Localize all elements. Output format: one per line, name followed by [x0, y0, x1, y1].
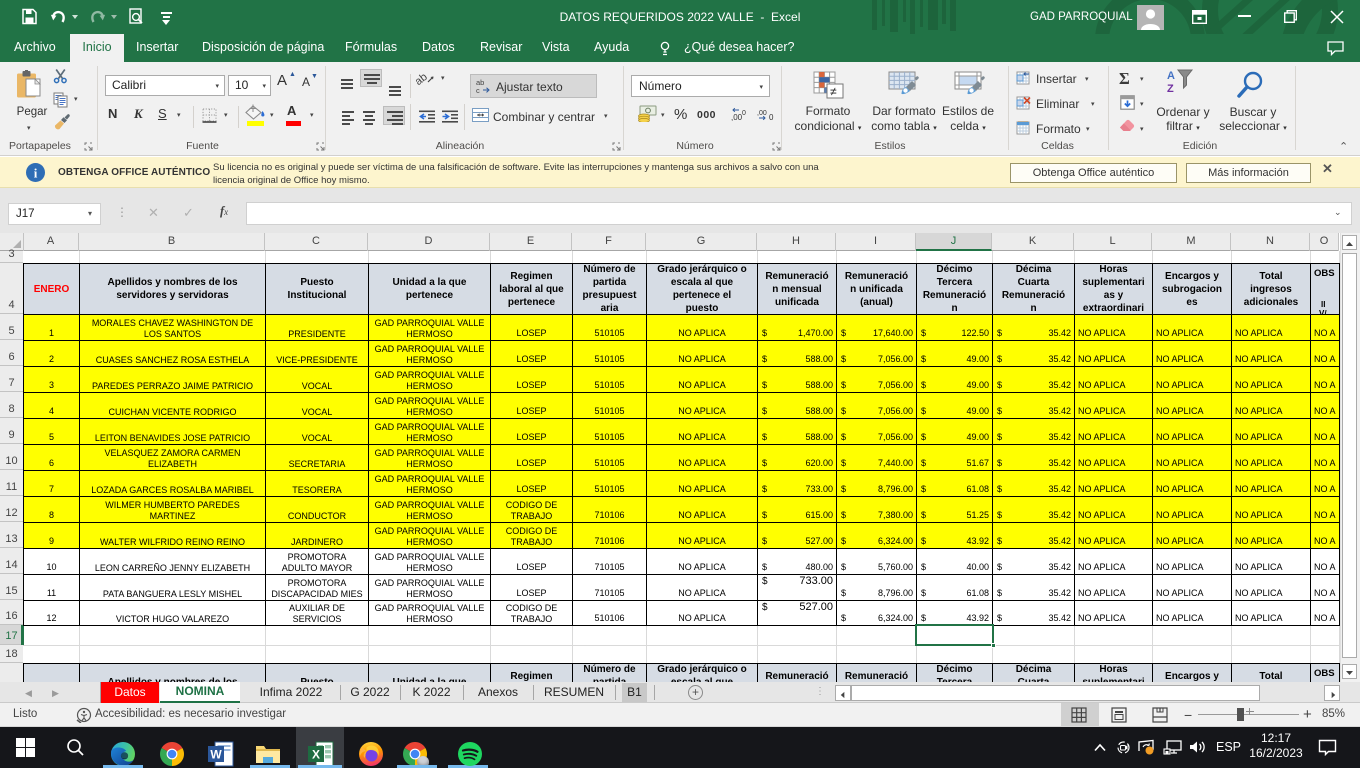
svg-text:Z: Z: [1167, 83, 1174, 95]
svg-text:c: c: [476, 86, 480, 94]
svg-text:i: i: [34, 166, 38, 181]
svg-text:≠: ≠: [830, 85, 837, 99]
svg-text:0: 0: [769, 113, 774, 121]
svg-text:,00: ,00: [757, 110, 767, 117]
svg-text:A: A: [1167, 70, 1175, 82]
svg-text:0: 0: [742, 110, 746, 117]
svg-text:ab: ab: [416, 71, 430, 87]
svg-text:W: W: [210, 748, 222, 762]
svg-text:X: X: [312, 748, 320, 762]
svg-text:,00: ,00: [731, 113, 743, 121]
